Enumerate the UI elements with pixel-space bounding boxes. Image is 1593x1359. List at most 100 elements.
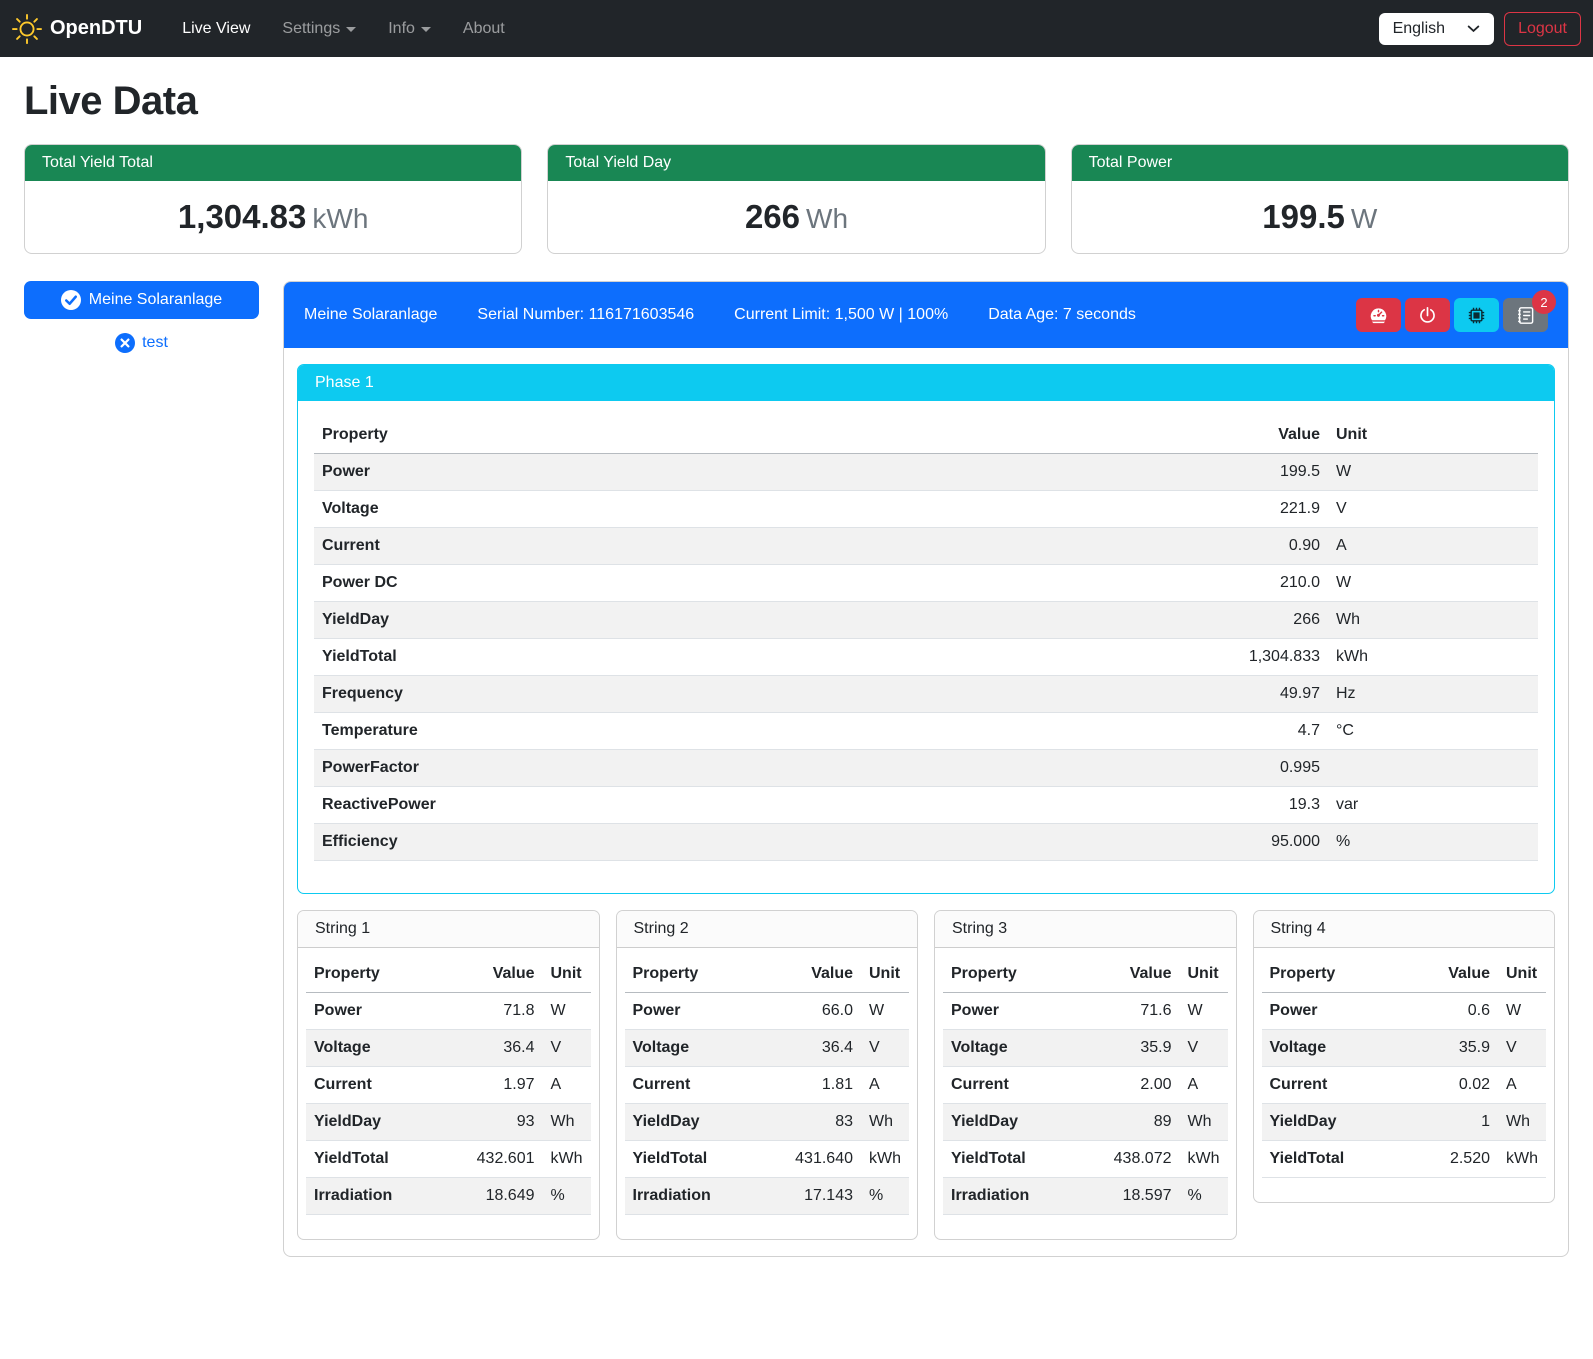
string-2-title: String 2 bbox=[617, 911, 918, 948]
total-yield-day-value: 266 bbox=[745, 198, 800, 235]
row-value: 438.072 bbox=[1090, 1141, 1180, 1178]
row-unit: °C bbox=[1328, 713, 1538, 750]
column-header-unit: Unit bbox=[861, 956, 909, 993]
string-2-card: String 2 Property Value Unit bbox=[616, 910, 919, 1240]
table-row: YieldDay 266 Wh bbox=[314, 602, 1538, 639]
inverter-item-test[interactable]: test bbox=[24, 333, 259, 353]
column-header-value: Value bbox=[921, 417, 1328, 454]
row-value: 432.601 bbox=[453, 1141, 543, 1178]
row-property: Frequency bbox=[314, 676, 921, 713]
row-property: Voltage bbox=[625, 1030, 772, 1067]
row-value: 0.02 bbox=[1408, 1067, 1498, 1104]
row-value: 95.000 bbox=[921, 824, 1328, 861]
card-total-yield-total: Total Yield Total 1,304.83kWh bbox=[24, 144, 522, 254]
inverter-button-selected[interactable]: Meine Solaranlage bbox=[24, 281, 259, 319]
column-header-value: Value bbox=[771, 956, 861, 993]
nav-item-live-view[interactable]: Live View bbox=[170, 12, 262, 46]
inverter-name: Meine Solaranlage bbox=[304, 306, 437, 324]
brand[interactable]: OpenDTU bbox=[12, 14, 142, 44]
row-unit: kWh bbox=[861, 1141, 909, 1178]
row-value: 18.597 bbox=[1090, 1178, 1180, 1215]
inverter-limit: Current Limit: 1,500 W | 100% bbox=[734, 306, 948, 324]
column-header-unit: Unit bbox=[1328, 417, 1538, 454]
limit-settings-button[interactable] bbox=[1356, 298, 1401, 332]
chevron-down-icon bbox=[421, 27, 431, 32]
column-header-value: Value bbox=[1090, 956, 1180, 993]
table-row: Power 71.6 W bbox=[943, 993, 1228, 1030]
nav-item-settings[interactable]: Settings bbox=[270, 12, 368, 46]
phase-1-card: Phase 1 Property Value Unit Power bbox=[297, 364, 1555, 894]
table-row: Voltage 35.9 V bbox=[1262, 1030, 1547, 1067]
nav-item-about[interactable]: About bbox=[451, 12, 517, 46]
row-unit: V bbox=[1180, 1030, 1228, 1067]
string-2-table: Property Value Unit Power 66.0 W Voltage… bbox=[625, 956, 910, 1215]
table-row: YieldTotal 2.520 kWh bbox=[1262, 1141, 1547, 1178]
card-title: Total Yield Day bbox=[548, 145, 1044, 181]
table-row: Current 0.90 A bbox=[314, 528, 1538, 565]
table-row: YieldDay 89 Wh bbox=[943, 1104, 1228, 1141]
string-3-table: Property Value Unit Power 71.6 W Voltage… bbox=[943, 956, 1228, 1215]
table-row: YieldTotal 438.072 kWh bbox=[943, 1141, 1228, 1178]
row-value: 431.640 bbox=[771, 1141, 861, 1178]
column-header-value: Value bbox=[1408, 956, 1498, 993]
language-select[interactable]: English bbox=[1379, 13, 1494, 45]
summary-cards: Total Yield Total 1,304.83kWh Total Yiel… bbox=[24, 144, 1569, 254]
column-header-property: Property bbox=[1262, 956, 1409, 993]
chevron-down-icon bbox=[346, 27, 356, 32]
row-property: Voltage bbox=[306, 1030, 453, 1067]
column-header-unit: Unit bbox=[1180, 956, 1228, 993]
row-property: YieldTotal bbox=[943, 1141, 1090, 1178]
phase-1-title: Phase 1 bbox=[298, 365, 1554, 401]
row-property: Current bbox=[306, 1067, 453, 1104]
event-count-badge: 2 bbox=[1532, 290, 1556, 314]
table-row: Irradiation 17.143 % bbox=[625, 1178, 910, 1215]
row-property: Current bbox=[943, 1067, 1090, 1104]
event-log-button[interactable]: 2 bbox=[1503, 298, 1548, 332]
inverter-data-age: Data Age: 7 seconds bbox=[988, 306, 1136, 324]
row-unit: % bbox=[1328, 824, 1538, 861]
row-unit: A bbox=[861, 1067, 909, 1104]
string-1-table: Property Value Unit Power 71.8 W Voltage… bbox=[306, 956, 591, 1215]
table-row: Frequency 49.97 Hz bbox=[314, 676, 1538, 713]
power-button[interactable] bbox=[1405, 298, 1450, 332]
logout-button[interactable]: Logout bbox=[1504, 12, 1581, 46]
sun-logo-icon bbox=[12, 14, 42, 44]
strings-row: String 1 Property Value Unit bbox=[297, 910, 1555, 1240]
row-value: 71.6 bbox=[1090, 993, 1180, 1030]
row-value: 35.9 bbox=[1090, 1030, 1180, 1067]
row-property: Current bbox=[625, 1067, 772, 1104]
row-unit: % bbox=[861, 1178, 909, 1215]
row-unit: kWh bbox=[1498, 1141, 1546, 1178]
nav-item-info[interactable]: Info bbox=[376, 12, 443, 46]
row-property: Power bbox=[943, 993, 1090, 1030]
journal-icon bbox=[1516, 306, 1535, 325]
row-property: YieldTotal bbox=[306, 1141, 453, 1178]
inverter-selector-sidebar: Meine Solaranlage test bbox=[24, 281, 259, 353]
device-info-button[interactable] bbox=[1454, 298, 1499, 332]
row-unit: kWh bbox=[543, 1141, 591, 1178]
row-property: YieldDay bbox=[625, 1104, 772, 1141]
row-unit: % bbox=[1180, 1178, 1228, 1215]
row-property: YieldDay bbox=[1262, 1104, 1409, 1141]
row-value: 19.3 bbox=[921, 787, 1328, 824]
table-row: Power 0.6 W bbox=[1262, 993, 1547, 1030]
navbar-right: English Logout bbox=[1379, 12, 1581, 46]
row-property: YieldTotal bbox=[1262, 1141, 1409, 1178]
table-row: Irradiation 18.597 % bbox=[943, 1178, 1228, 1215]
row-unit: kWh bbox=[1328, 639, 1538, 676]
row-value: 2.00 bbox=[1090, 1067, 1180, 1104]
column-header-value: Value bbox=[453, 956, 543, 993]
row-unit: V bbox=[543, 1030, 591, 1067]
row-property: YieldTotal bbox=[625, 1141, 772, 1178]
row-unit bbox=[1328, 750, 1538, 787]
row-value: 0.90 bbox=[921, 528, 1328, 565]
table-row: YieldTotal 1,304.833 kWh bbox=[314, 639, 1538, 676]
x-circle-icon bbox=[115, 333, 135, 353]
page-content: Live Data Total Yield Total 1,304.83kWh … bbox=[0, 57, 1593, 1281]
table-row: YieldDay 1 Wh bbox=[1262, 1104, 1547, 1141]
table-row: PowerFactor 0.995 bbox=[314, 750, 1538, 787]
string-4-table: Property Value Unit Power 0.6 W Voltage … bbox=[1262, 956, 1547, 1178]
row-value: 266 bbox=[921, 602, 1328, 639]
row-unit: Wh bbox=[861, 1104, 909, 1141]
row-property: Power bbox=[625, 993, 772, 1030]
